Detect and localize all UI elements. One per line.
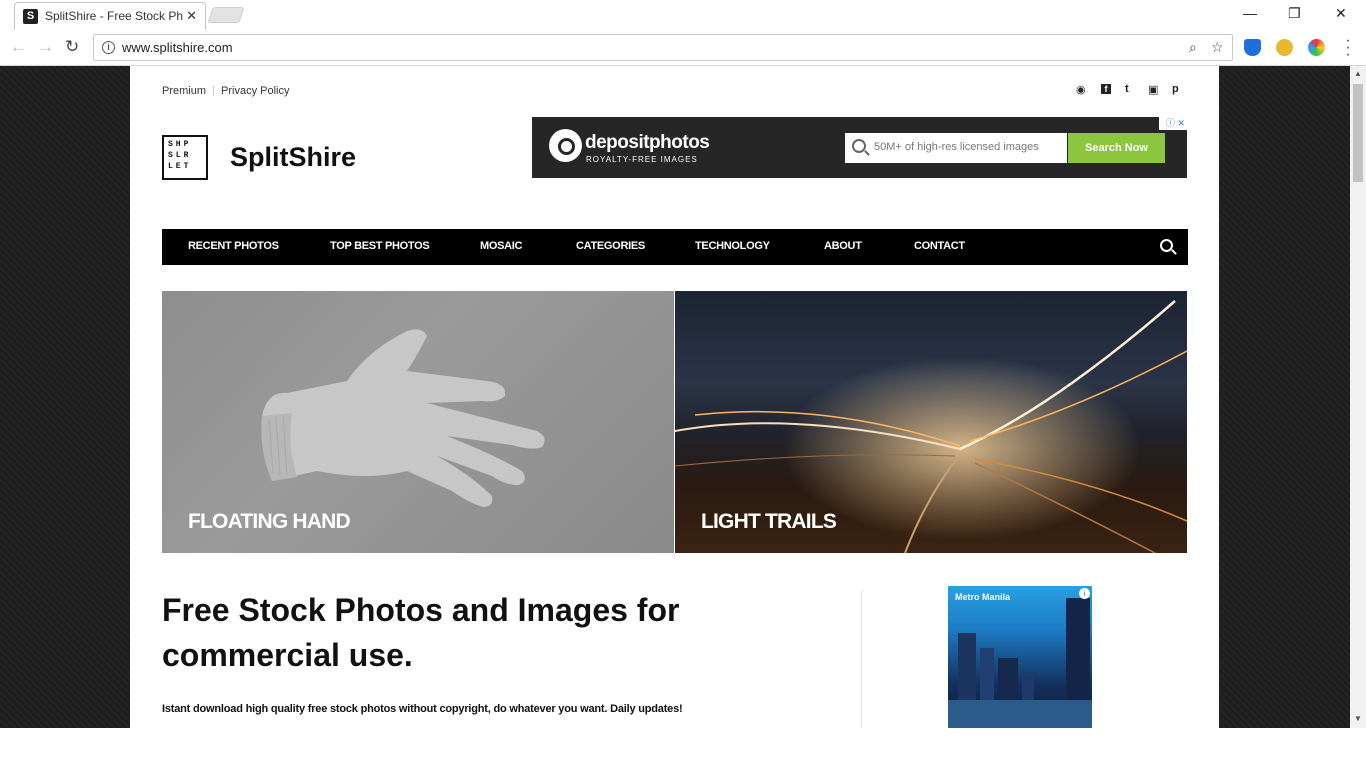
logo-row: SHP [168, 140, 192, 149]
depositphotos-ad[interactable]: depositphotos ROYALTY-FREE IMAGES 50M+ o… [532, 117, 1187, 178]
scroll-thumb[interactable] [1353, 84, 1363, 182]
browser-menu-icon[interactable]: · · · [1344, 33, 1352, 63]
nav-mosaic[interactable]: MOSAIC [480, 240, 523, 252]
nav-recent-photos[interactable]: RECENT PHOTOS [188, 240, 279, 252]
scroll-up-icon[interactable]: ▲ [1354, 69, 1362, 78]
ad-info-icon[interactable]: i [1079, 588, 1090, 599]
ad-brand: depositphotos [585, 132, 710, 153]
tab-title: SplitShire - Free Stock Ph [45, 9, 184, 23]
column-divider [861, 590, 862, 728]
instagram-icon[interactable]: ▣ [1148, 83, 1158, 96]
ad-search-button[interactable]: Search Now [1068, 133, 1165, 163]
coin-extension-icon[interactable] [1276, 39, 1293, 56]
browser-tab[interactable]: S SplitShire - Free Stock Ph ✕ [14, 2, 206, 30]
tile-caption: LIGHT TRAILS [701, 510, 837, 533]
zoom-icon[interactable]: ⌕ [1189, 39, 1197, 56]
nav-categories[interactable]: CATEGORIES [576, 240, 645, 252]
nav-about[interactable]: ABOUT [824, 240, 862, 252]
adchoices-icon[interactable]: ⓘ ✕ [1159, 117, 1187, 130]
minimize-button[interactable]: — [1243, 5, 1257, 21]
page-background: Premium Privacy Policy ◉ f t ▣ p SHP SLR … [0, 66, 1350, 728]
ad-tagline: ROYALTY-FREE IMAGES [586, 155, 698, 164]
reload-icon[interactable]: ↻ [65, 38, 79, 55]
forward-icon[interactable]: → [37, 38, 54, 55]
privacy-policy-link[interactable]: Privacy Policy [221, 85, 289, 97]
camera-icon [549, 129, 582, 162]
nav-technology[interactable]: TECHNOLOGY [695, 240, 770, 252]
nav-contact[interactable]: CONTACT [914, 240, 965, 252]
favicon-icon: S [23, 9, 38, 24]
address-toolbar: ← → ↻ i www.splitshire.com ⌕ ☆ · · · [0, 30, 1366, 66]
back-icon[interactable]: ← [10, 38, 27, 55]
ad-search-placeholder: 50M+ of high-res licensed images [874, 141, 1039, 153]
top-links: Premium Privacy Policy [162, 85, 289, 97]
bottom-strip [0, 728, 1366, 768]
featured-photo-light-trails[interactable]: LIGHT TRAILS [675, 291, 1187, 553]
premium-link[interactable]: Premium [162, 85, 206, 97]
site-info-icon[interactable]: i [102, 41, 115, 54]
main-navigation: RECENT PHOTOS TOP BEST PHOTOS MOSAIC CAT… [162, 229, 1188, 265]
sidebar-ad[interactable]: Metro Manila i [948, 586, 1092, 728]
new-tab-button[interactable] [207, 7, 245, 23]
page-scrollbar[interactable]: ▲ ▼ [1350, 66, 1366, 728]
address-bar[interactable]: i www.splitshire.com ⌕ ☆ [93, 34, 1233, 61]
facebook-icon[interactable]: f [1101, 84, 1111, 94]
twitter-icon[interactable]: t [1125, 83, 1129, 95]
pinterest-icon[interactable]: p [1172, 83, 1179, 95]
shield-extension-icon[interactable] [1244, 39, 1261, 56]
nav-top-best-photos[interactable]: TOP BEST PHOTOS [330, 240, 430, 252]
logo-row: LET [168, 162, 192, 171]
search-icon [852, 139, 866, 153]
color-extension-icon[interactable] [1308, 39, 1325, 56]
page-title: Free Stock Photos and Images for commerc… [162, 592, 680, 673]
tile-caption: FLOATING HAND [188, 510, 351, 533]
browser-tab-strip: S SplitShire - Free Stock Ph ✕ — ❐ ✕ [0, 0, 1366, 30]
page-subtitle: Istant download high quality free stock … [162, 703, 683, 715]
bookmark-star-icon[interactable]: ☆ [1211, 39, 1224, 56]
logo-row: SLR [168, 151, 192, 160]
ad-search-input[interactable]: 50M+ of high-res licensed images [845, 133, 1067, 163]
featured-photo-floating-hand[interactable]: FLOATING HAND [162, 291, 674, 553]
search-icon[interactable] [1160, 239, 1173, 252]
rss-icon[interactable]: ◉ [1076, 83, 1086, 96]
tab-close-icon[interactable]: ✕ [186, 8, 197, 24]
ad-label: Metro Manila [955, 592, 1011, 602]
url-text[interactable]: www.splitshire.com [122, 40, 233, 55]
scroll-down-icon[interactable]: ▼ [1354, 714, 1362, 723]
restore-button[interactable]: ❐ [1288, 5, 1301, 22]
page-content: Premium Privacy Policy ◉ f t ▣ p SHP SLR … [130, 66, 1219, 728]
glove-image [261, 329, 545, 507]
site-logo[interactable]: SHP SLR LET [162, 135, 208, 180]
brand-name[interactable]: SplitShire [230, 142, 356, 173]
close-window-button[interactable]: ✕ [1335, 5, 1347, 22]
